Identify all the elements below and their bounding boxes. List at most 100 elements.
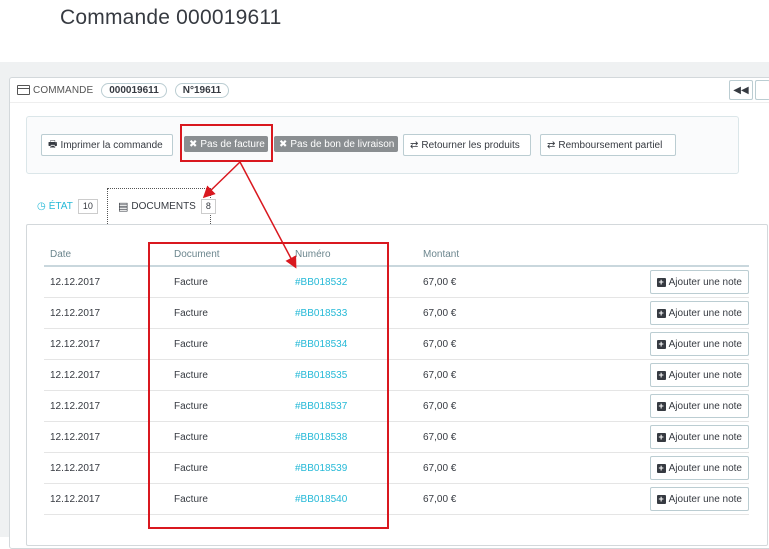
no-delivery-slip-label: Pas de bon de livraison xyxy=(290,138,395,150)
order-panel: COMMANDE 000019611 N°19611 ◀◀ 🖶 Imprimer… xyxy=(9,77,769,549)
no-invoice-button[interactable]: ✖ Pas de facture xyxy=(184,136,268,152)
add-note-label: Ajouter une note xyxy=(668,462,742,474)
table-row: 12.12.2017 Facture #BB018540 67,00 € + Ajoute… xyxy=(44,483,749,515)
plus-icon: + xyxy=(656,369,666,380)
row-actions: + Ajouter une note xyxy=(533,452,749,484)
add-note-label: Ajouter une note xyxy=(668,307,742,319)
plus-icon: + xyxy=(656,493,666,504)
row-document: Facture xyxy=(168,452,289,484)
table-row: 12.12.2017 Facture #BB018532 67,00 € + Ajoute… xyxy=(44,266,749,298)
add-note-button[interactable]: + Ajouter une note xyxy=(649,363,749,387)
tab-documents[interactable]: ▤ DOCUMENTS 8 xyxy=(107,188,216,224)
row-document: Facture xyxy=(168,390,289,422)
exchange-icon: ⇄ xyxy=(547,139,556,151)
column-header-amount: Montant xyxy=(417,243,533,267)
table-row: 12.12.2017 Facture #BB018538 67,00 € + Ajoute… xyxy=(44,421,749,453)
row-actions: + Ajouter une note xyxy=(533,483,749,515)
row-amount: 67,00 € xyxy=(417,452,533,484)
add-note-button[interactable]: + Ajouter une note xyxy=(649,394,749,418)
row-amount: 67,00 € xyxy=(417,297,533,329)
row-date: 12.12.2017 xyxy=(44,421,168,453)
documents-table: Date Document Numéro Montant 12.12.2017 F… xyxy=(44,243,749,515)
file-icon: ▤ xyxy=(118,201,129,213)
add-note-label: Ajouter une note xyxy=(668,493,742,505)
add-note-button[interactable]: + Ajouter une note xyxy=(649,425,749,449)
next-order-button[interactable] xyxy=(755,80,769,100)
table-row: 12.12.2017 Facture #BB018539 67,00 € + Ajoute… xyxy=(44,452,749,484)
row-amount: 67,00 € xyxy=(417,266,533,298)
add-note-label: Ajouter une note xyxy=(668,338,742,350)
row-date: 12.12.2017 xyxy=(44,328,168,360)
row-number-link[interactable]: #BB018540 xyxy=(289,483,417,515)
row-number-link[interactable]: #BB018539 xyxy=(289,452,417,484)
previous-order-button[interactable]: ◀◀ xyxy=(729,80,753,100)
partial-refund-button[interactable]: ⇄ Remboursement partiel xyxy=(540,134,676,156)
add-note-button[interactable]: + Ajouter une note xyxy=(649,487,749,511)
row-actions: + Ajouter une note xyxy=(533,421,749,453)
page-title: Commande 000019611 xyxy=(60,6,282,29)
row-amount: 67,00 € xyxy=(417,390,533,422)
row-date: 12.12.2017 xyxy=(44,390,168,422)
add-note-label: Ajouter une note xyxy=(668,276,742,288)
row-number-link[interactable]: #BB018533 xyxy=(289,297,417,329)
double-chevron-left-icon: ◀◀ xyxy=(733,84,749,96)
add-note-label: Ajouter une note xyxy=(668,431,742,443)
close-icon: ✖ xyxy=(189,138,198,150)
documents-panel: Date Document Numéro Montant 12.12.2017 F… xyxy=(26,224,768,546)
row-actions: + Ajouter une note xyxy=(533,297,749,329)
row-document: Facture xyxy=(168,421,289,453)
printer-icon: 🖶 xyxy=(48,138,58,150)
order-actions: 🖶 Imprimer la commande ✖ Pas de facture … xyxy=(26,116,739,174)
row-actions: + Ajouter une note xyxy=(533,266,749,298)
row-number-link[interactable]: #BB018534 xyxy=(289,328,417,360)
no-delivery-slip-button[interactable]: ✖ Pas de bon de livraison xyxy=(274,136,398,152)
row-amount: 67,00 € xyxy=(417,359,533,391)
partial-refund-label: Remboursement partiel xyxy=(558,139,663,151)
row-document: Facture xyxy=(168,328,289,360)
table-header-row: Date Document Numéro Montant xyxy=(44,243,749,267)
clock-icon: ◷ xyxy=(37,200,46,212)
row-actions: + Ajouter une note xyxy=(533,359,749,391)
order-reference-badge: 000019611 xyxy=(101,82,167,98)
row-number-link[interactable]: #BB018535 xyxy=(289,359,417,391)
plus-icon: + xyxy=(656,307,666,318)
plus-icon: + xyxy=(656,462,666,473)
row-amount: 67,00 € xyxy=(417,328,533,360)
row-number-link[interactable]: #BB018532 xyxy=(289,266,417,298)
add-note-button[interactable]: + Ajouter une note xyxy=(649,270,749,294)
table-row: 12.12.2017 Facture #BB018535 67,00 € + Ajoute… xyxy=(44,359,749,391)
table-row: 12.12.2017 Facture #BB018534 67,00 € + Ajoute… xyxy=(44,328,749,360)
add-note-button[interactable]: + Ajouter une note xyxy=(649,456,749,480)
row-number-link[interactable]: #BB018538 xyxy=(289,421,417,453)
print-order-button[interactable]: 🖶 Imprimer la commande xyxy=(41,134,173,156)
table-row: 12.12.2017 Facture #BB018537 67,00 € + Ajoute… xyxy=(44,390,749,422)
row-actions: + Ajouter une note xyxy=(533,328,749,360)
column-header-document: Document xyxy=(168,243,289,267)
no-invoice-label: Pas de facture xyxy=(200,138,265,150)
plus-icon: + xyxy=(656,400,666,411)
column-header-actions xyxy=(533,243,749,267)
row-actions: + Ajouter une note xyxy=(533,390,749,422)
row-number-link[interactable]: #BB018537 xyxy=(289,390,417,422)
close-icon: ✖ xyxy=(279,138,288,150)
add-note-label: Ajouter une note xyxy=(668,369,742,381)
tab-documents-count: 8 xyxy=(200,199,216,214)
add-note-button[interactable]: + Ajouter une note xyxy=(649,332,749,356)
row-amount: 67,00 € xyxy=(417,421,533,453)
plus-icon: + xyxy=(656,338,666,349)
row-document: Facture xyxy=(168,483,289,515)
row-date: 12.12.2017 xyxy=(44,452,168,484)
return-products-button[interactable]: ⇄ Retourner les produits xyxy=(403,134,531,156)
column-header-number: Numéro xyxy=(289,243,417,267)
tab-etat[interactable]: ◷ ÉTAT 10 xyxy=(37,188,98,224)
column-header-date: Date xyxy=(44,243,168,267)
tab-etat-count: 10 xyxy=(77,198,98,214)
credit-card-icon xyxy=(17,85,30,95)
plus-icon: + xyxy=(656,276,666,287)
tab-etat-label: ÉTAT xyxy=(48,200,73,212)
row-date: 12.12.2017 xyxy=(44,297,168,329)
add-note-button[interactable]: + Ajouter une note xyxy=(649,301,749,325)
panel-title: COMMANDE xyxy=(33,84,94,96)
row-document: Facture xyxy=(168,359,289,391)
row-amount: 67,00 € xyxy=(417,483,533,515)
